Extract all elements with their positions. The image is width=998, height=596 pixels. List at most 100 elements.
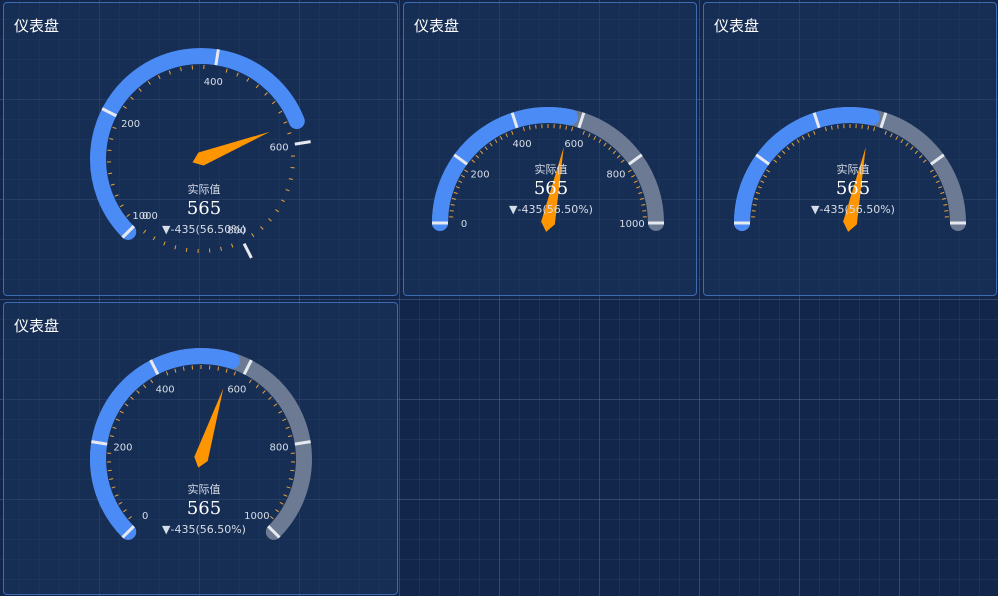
- gauge-panel-2[interactable]: 仪表盘 0 200 400 600 800 1000 实际值 565 ▼-435(56.50%): [403, 2, 697, 296]
- minor-tick: [114, 194, 119, 197]
- minor-tick: [598, 139, 602, 144]
- minor-tick: [461, 174, 465, 178]
- minor-tick: [163, 241, 166, 246]
- gauge-panel-1[interactable]: 仪表盘 0 200 400 600 800 1000 实际值 565 ▼-435(56.50%): [3, 2, 398, 296]
- minor-tick: [522, 126, 525, 132]
- minor-tick: [781, 150, 786, 155]
- minor-tick: [130, 396, 134, 400]
- minor-tick: [455, 186, 460, 189]
- minor-tick: [760, 180, 765, 184]
- minor-tick: [268, 218, 272, 222]
- gauge-panel-4[interactable]: 仪表盘 0 200 400 600 800 1000 实际值 565 ▼-435(56.50%): [3, 302, 398, 595]
- minor-tick: [109, 435, 114, 438]
- minor-tick: [251, 233, 255, 238]
- tick-label: 400: [204, 77, 223, 88]
- minor-tick: [231, 243, 234, 248]
- minor-tick: [559, 124, 561, 129]
- minor-tick: [642, 210, 647, 212]
- minor-tick: [157, 75, 161, 80]
- minor-tick: [837, 124, 839, 129]
- minor-tick: [111, 486, 116, 489]
- gauge-name-label: 实际值: [535, 162, 568, 176]
- gauge-pointer: [192, 131, 270, 166]
- minor-tick: [122, 105, 127, 109]
- minor-tick: [505, 133, 509, 138]
- minor-tick: [233, 371, 237, 376]
- minor-tick: [264, 92, 268, 96]
- minor-tick: [791, 142, 795, 147]
- minor-tick: [910, 146, 914, 151]
- minor-tick: [499, 136, 503, 140]
- minor-tick: [118, 501, 123, 505]
- minor-tick: [449, 210, 454, 212]
- minor-tick: [940, 191, 945, 195]
- minor-tick: [475, 154, 480, 159]
- minor-tick: [616, 154, 621, 159]
- tick-label: 0: [461, 219, 467, 230]
- minor-tick: [288, 435, 293, 438]
- minor-tick: [935, 180, 940, 184]
- minor-tick: [150, 379, 154, 384]
- minor-tick: [275, 209, 280, 213]
- minor-tick: [796, 139, 800, 144]
- major-tick: [294, 140, 311, 146]
- minor-tick: [283, 494, 288, 497]
- minor-tick: [115, 418, 120, 422]
- minor-tick: [279, 501, 284, 505]
- minor-tick: [929, 169, 934, 173]
- minor-tick: [633, 180, 638, 184]
- minor-tick: [639, 197, 645, 200]
- tick-label: 600: [269, 143, 288, 154]
- gauge-value: 565: [534, 178, 568, 199]
- minor-tick: [285, 426, 290, 429]
- tick-label: 600: [227, 385, 246, 396]
- minor-tick: [271, 100, 276, 105]
- major-tick: [242, 242, 253, 259]
- minor-tick: [631, 174, 635, 178]
- minor-tick: [147, 80, 151, 85]
- minor-tick: [142, 384, 147, 389]
- minor-tick: [260, 226, 264, 230]
- minor-tick: [471, 159, 476, 163]
- minor-tick: [275, 509, 280, 513]
- minor-tick: [636, 186, 641, 189]
- minor-tick: [603, 142, 607, 147]
- minor-tick: [824, 126, 827, 132]
- minor-tick: [114, 494, 119, 497]
- gauge-delta: ▼-435(56.50%): [162, 223, 246, 236]
- minor-tick: [138, 88, 142, 92]
- minor-tick: [109, 138, 114, 140]
- minor-tick: [773, 159, 778, 163]
- gauge-panel-3[interactable]: 仪表盘 实际值 565 ▼-435(56.50%): [703, 2, 997, 296]
- minor-tick: [944, 210, 949, 212]
- minor-tick: [246, 77, 250, 82]
- minor-tick: [884, 130, 887, 135]
- minor-tick: [278, 410, 283, 414]
- minor-tick: [255, 384, 260, 389]
- minor-tick: [180, 67, 182, 72]
- minor-tick: [107, 469, 112, 472]
- minor-tick: [112, 426, 117, 429]
- minor-tick: [136, 390, 140, 394]
- tick-label: 1000: [619, 219, 644, 230]
- minor-tick: [753, 197, 759, 200]
- minor-tick: [479, 150, 484, 155]
- gauge-chart: 0 200 400 600 800 1000 实际值 565 ▼-435(56.50%): [90, 348, 312, 540]
- minor-tick: [900, 139, 904, 144]
- minor-tick: [867, 125, 870, 130]
- minor-tick: [109, 478, 114, 480]
- minor-tick: [757, 186, 762, 189]
- minor-tick: [763, 174, 767, 178]
- minor-tick: [938, 186, 943, 189]
- minor-tick: [236, 72, 239, 77]
- minor-tick: [484, 146, 488, 151]
- minor-tick: [225, 68, 228, 73]
- tick-label: 600: [564, 139, 583, 150]
- minor-tick: [255, 84, 260, 89]
- minor-tick: [280, 199, 285, 203]
- minor-tick: [119, 410, 124, 414]
- minor-tick: [638, 191, 643, 195]
- minor-tick: [620, 159, 625, 163]
- tick-label: 0: [142, 511, 148, 522]
- minor-tick: [174, 245, 177, 250]
